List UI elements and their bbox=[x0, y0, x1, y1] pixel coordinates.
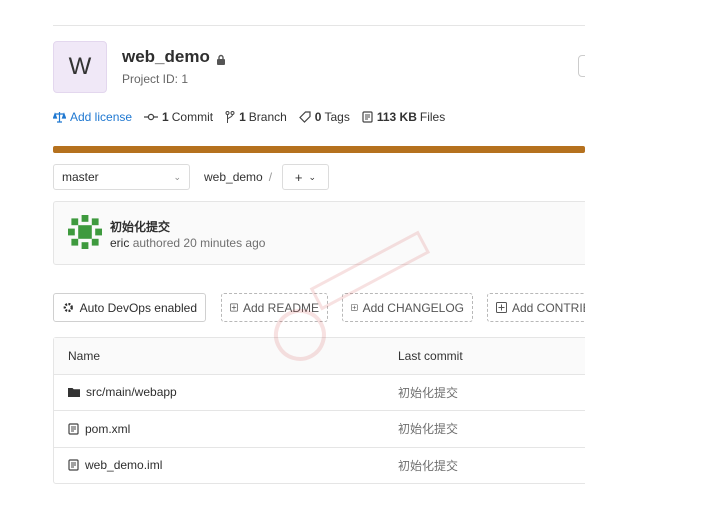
breadcrumb: web_demo / bbox=[204, 170, 273, 184]
plus-square-icon bbox=[230, 303, 238, 312]
commit-author[interactable]: eric bbox=[110, 236, 129, 250]
user-avatar-icon[interactable] bbox=[68, 215, 102, 254]
row-last-commit[interactable]: 初始化提交 bbox=[398, 448, 458, 484]
commit-icon bbox=[144, 113, 159, 121]
folder-icon bbox=[68, 388, 80, 398]
table-row[interactable]: web_demo.iml 初始化提交 bbox=[54, 448, 585, 484]
tags-stat[interactable]: 0 Tags bbox=[298, 110, 350, 124]
file-icon bbox=[68, 459, 79, 471]
file-icon bbox=[362, 111, 373, 123]
file-name-link[interactable]: web_demo.iml bbox=[85, 458, 162, 472]
auto-devops-button[interactable]: Auto DevOps enabled bbox=[53, 293, 206, 322]
lock-icon bbox=[216, 52, 226, 70]
language-bar bbox=[53, 146, 585, 153]
column-header-last-commit: Last commit bbox=[398, 348, 463, 363]
add-license-link[interactable]: Add license bbox=[53, 110, 132, 124]
project-avatar: W bbox=[53, 41, 107, 93]
star-button[interactable] bbox=[578, 55, 585, 77]
column-header-name: Name bbox=[68, 348, 101, 363]
project-id: Project ID: 1 bbox=[122, 72, 189, 86]
table-row[interactable]: pom.xml 初始化提交 bbox=[54, 411, 585, 448]
repo-overview: W web_demo Project ID: 1 Add license 1 Co… bbox=[0, 0, 585, 508]
breadcrumb-project[interactable]: web_demo bbox=[204, 170, 263, 184]
table-row[interactable]: src/main/webapp 初始化提交 bbox=[54, 375, 585, 411]
plus-square-icon bbox=[351, 304, 358, 311]
gear-icon bbox=[63, 302, 73, 313]
table-header: Name Last commit bbox=[54, 338, 585, 375]
commits-stat[interactable]: 1 Commit bbox=[144, 110, 213, 124]
project-title[interactable]: web_demo bbox=[122, 47, 210, 67]
add-file-button[interactable]: + ⌄ bbox=[282, 164, 329, 190]
file-name-link[interactable]: src/main/webapp bbox=[86, 385, 177, 399]
row-last-commit[interactable]: 初始化提交 bbox=[398, 375, 458, 411]
last-commit-panel: 初始化提交 eric authored 20 minutes ago bbox=[53, 201, 585, 265]
add-contributing-button[interactable]: Add CONTRIBUTING bbox=[487, 293, 585, 322]
add-changelog-button[interactable]: Add CHANGELOG bbox=[342, 293, 473, 322]
tag-icon bbox=[298, 111, 311, 123]
row-last-commit[interactable]: 初始化提交 bbox=[398, 411, 458, 447]
file-name-link[interactable]: pom.xml bbox=[85, 422, 130, 436]
plus-square-icon bbox=[496, 302, 507, 313]
chevron-down-icon: ⌄ bbox=[173, 171, 181, 182]
divider bbox=[53, 25, 585, 26]
file-icon bbox=[68, 423, 79, 435]
branches-stat[interactable]: 1 Branch bbox=[225, 110, 287, 124]
branch-name: master bbox=[62, 170, 99, 184]
scale-icon bbox=[53, 112, 66, 123]
files-stat[interactable]: 113 KB Files bbox=[362, 110, 445, 124]
add-readme-button[interactable]: Add README bbox=[221, 293, 328, 322]
chevron-down-icon: ⌄ bbox=[308, 171, 317, 182]
branch-dropdown[interactable]: master ⌄ bbox=[53, 164, 190, 190]
file-tree-table: Name Last commit src/main/webapp 初始化提交 p… bbox=[53, 337, 585, 484]
commit-meta: eric authored 20 minutes ago bbox=[110, 236, 266, 250]
project-stats: Add license 1 Commit 1 Branch 0 Tags 113 KB… bbox=[53, 108, 457, 126]
commit-title[interactable]: 初始化提交 bbox=[110, 218, 170, 235]
branch-icon bbox=[225, 111, 235, 123]
